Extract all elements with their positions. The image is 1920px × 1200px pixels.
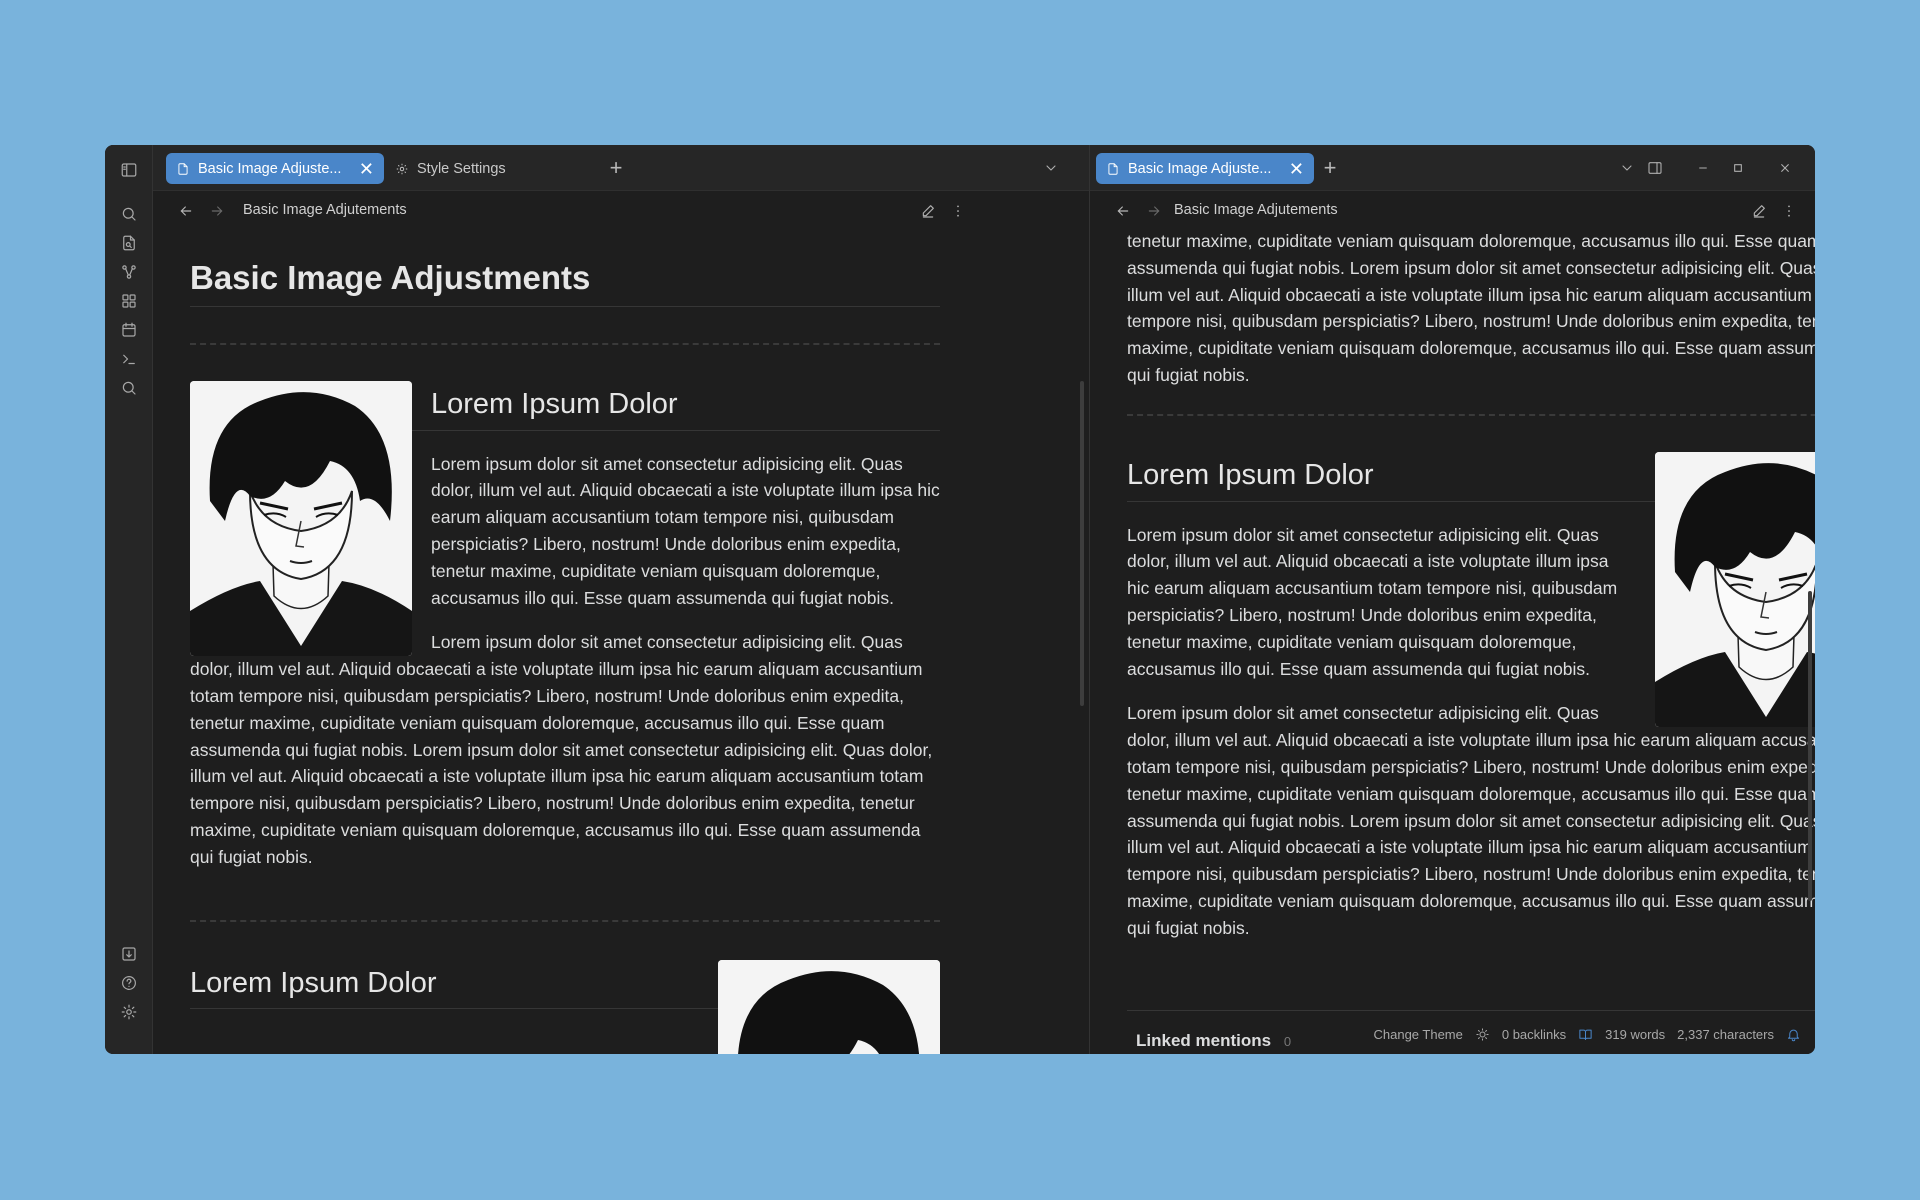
character-count: 2,337 characters bbox=[1677, 1026, 1774, 1042]
maximize-icon[interactable] bbox=[1725, 155, 1751, 181]
status-bar: Change Theme 0 backlinks 319 words 2,337… bbox=[1373, 1014, 1815, 1054]
divider bbox=[1127, 413, 1815, 416]
view-title[interactable]: Basic Image Adjutements bbox=[243, 202, 407, 218]
divider bbox=[190, 342, 940, 345]
notification-bell-icon[interactable] bbox=[1786, 1027, 1801, 1042]
sidebar-toggle-icon[interactable] bbox=[117, 158, 141, 182]
left-document: Basic Image Adjustments Lorem Ipsum Dolo… bbox=[190, 261, 940, 1054]
toggle-right-sidebar-icon[interactable] bbox=[1642, 155, 1668, 181]
left-view-header: Basic Image Adjutements bbox=[153, 191, 1089, 231]
sun-icon[interactable] bbox=[1475, 1027, 1490, 1042]
right-tab-bar: Basic Image Adjuste... ✕ + bbox=[1090, 145, 1815, 191]
portrait-illustration bbox=[190, 380, 412, 656]
more-options-icon[interactable] bbox=[945, 198, 971, 224]
vault-switcher-icon[interactable] bbox=[117, 942, 141, 966]
tab-close-icon[interactable]: ✕ bbox=[1279, 160, 1304, 178]
paragraph: Lorem ipsum dolor sit amet consectetur a… bbox=[190, 632, 933, 867]
divider bbox=[190, 919, 940, 922]
calendar-icon[interactable] bbox=[117, 318, 141, 342]
linked-mentions-label: Linked mentions bbox=[1136, 1031, 1272, 1050]
file-icon bbox=[1108, 162, 1118, 175]
tab-basic-image-adjustments[interactable]: Basic Image Adjuste... ✕ bbox=[166, 153, 384, 184]
portrait-image[interactable] bbox=[718, 959, 940, 1054]
app-window: Basic Image Adjuste... ✕ Style Settings … bbox=[105, 145, 1815, 1054]
file-search-icon[interactable] bbox=[117, 231, 141, 255]
tab-close-icon[interactable]: ✕ bbox=[349, 160, 374, 178]
edit-pencil-icon[interactable] bbox=[915, 198, 941, 224]
tab-list-chevron-icon[interactable] bbox=[1038, 155, 1064, 181]
tab-label: Basic Image Adjuste... bbox=[1128, 160, 1272, 177]
help-icon[interactable] bbox=[117, 971, 141, 995]
graph-icon[interactable] bbox=[117, 260, 141, 284]
tab-list-chevron-icon[interactable] bbox=[1614, 155, 1640, 181]
search-replace-icon[interactable] bbox=[117, 376, 141, 400]
forward-arrow-icon[interactable] bbox=[204, 198, 230, 224]
edit-pencil-icon[interactable] bbox=[1746, 198, 1772, 224]
search-icon[interactable] bbox=[117, 202, 141, 226]
portrait-illustration bbox=[718, 959, 940, 1054]
right-pane: Basic Image Adjuste... ✕ + Basic Image A… bbox=[1090, 145, 1815, 1054]
right-scrollbar[interactable] bbox=[1808, 591, 1812, 901]
back-arrow-icon[interactable] bbox=[1110, 198, 1136, 224]
close-window-icon[interactable] bbox=[1772, 155, 1798, 181]
file-icon bbox=[178, 162, 188, 175]
backlinks-count[interactable]: 0 backlinks bbox=[1502, 1027, 1566, 1042]
tab-label: Style Settings bbox=[417, 160, 506, 177]
settings-icon[interactable] bbox=[117, 1000, 141, 1024]
canvas-icon[interactable] bbox=[117, 289, 141, 313]
tab-basic-image-adjustments[interactable]: Basic Image Adjuste... ✕ bbox=[1096, 153, 1314, 184]
minimize-icon[interactable] bbox=[1690, 155, 1716, 181]
paragraph: tenetur maxime, cupiditate veniam quisqu… bbox=[1127, 231, 1815, 385]
new-tab-button[interactable]: + bbox=[603, 155, 629, 181]
book-open-icon[interactable] bbox=[1578, 1027, 1593, 1042]
left-pane: Basic Image Adjuste... ✕ Style Settings … bbox=[153, 145, 1090, 1054]
right-document: tenetur maxime, cupiditate veniam quisqu… bbox=[1127, 231, 1815, 960]
portrait-image[interactable] bbox=[1655, 451, 1815, 727]
left-tab-bar: Basic Image Adjuste... ✕ Style Settings … bbox=[153, 145, 1089, 191]
page-title: Basic Image Adjustments bbox=[190, 261, 940, 307]
tab-label: Basic Image Adjuste... bbox=[198, 160, 342, 177]
portrait-illustration bbox=[1655, 451, 1815, 727]
portrait-image[interactable] bbox=[190, 380, 412, 656]
left-ribbon bbox=[105, 145, 153, 1054]
view-title[interactable]: Basic Image Adjutements bbox=[1174, 202, 1338, 218]
terminal-icon[interactable] bbox=[117, 347, 141, 371]
gear-icon bbox=[396, 163, 408, 174]
paragraph: Lorem ipsum dolor sit amet consectetur a… bbox=[1127, 703, 1815, 938]
linked-mentions-count: 0 bbox=[1283, 1034, 1292, 1049]
right-view-header: Basic Image Adjutements bbox=[1090, 191, 1815, 231]
left-scrollbar[interactable] bbox=[1080, 381, 1084, 706]
new-tab-button[interactable]: + bbox=[1317, 155, 1343, 181]
word-count: 319 words bbox=[1605, 1026, 1666, 1042]
change-theme-label[interactable]: Change Theme bbox=[1373, 1027, 1462, 1042]
right-editor[interactable]: tenetur maxime, cupiditate veniam quisqu… bbox=[1090, 231, 1815, 1054]
back-arrow-icon[interactable] bbox=[173, 198, 199, 224]
tab-style-settings[interactable]: Style Settings bbox=[385, 153, 535, 184]
left-editor[interactable]: Basic Image Adjustments Lorem Ipsum Dolo… bbox=[153, 231, 1089, 1054]
more-options-icon[interactable] bbox=[1776, 198, 1802, 224]
forward-arrow-icon[interactable] bbox=[1141, 198, 1167, 224]
